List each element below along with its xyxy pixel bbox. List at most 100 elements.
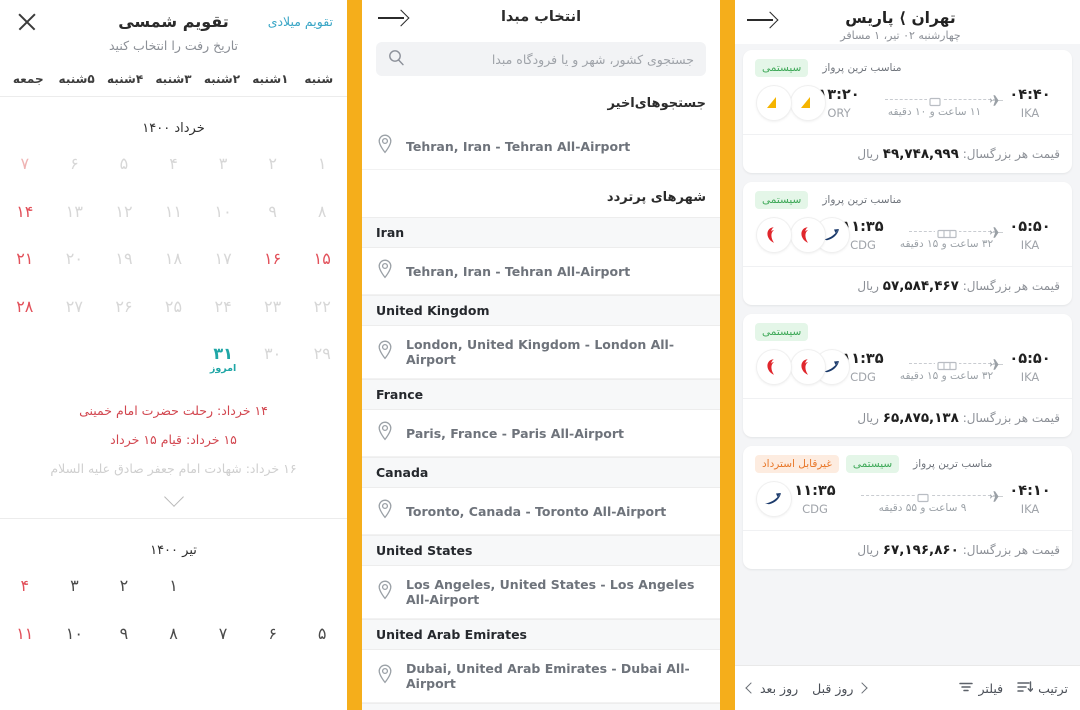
flight-body: ۰۴:۴۰ IKA ۱۱ ساعت و ۱۰ دقیقه ۱۳:۲۰ ORY [743,80,1072,134]
day-number: ۱۶ [264,249,282,269]
location-pin-icon [376,259,394,283]
day-number: ۱۰ [65,624,83,643]
results-footer-toolbar: ترتیب فیلتر روز قبل روز بعد [735,665,1080,710]
weekday-6: جمعه [12,72,44,86]
flight-card[interactable]: سیستمی ۰۵:۵۰ IKA ۳۲ ساعت و ۱۵ دقیقه ۱۱:۳۵ CD… [743,314,1072,437]
day-number: ۴ [20,576,30,596]
departure-time-endpoint: ۰۴:۴۰ IKA [1006,87,1054,120]
status-badge: مناسب ترین پرواز [822,194,902,206]
calendar-day: ۱۱ [149,200,199,224]
calendar-day[interactable]: ۴ [0,574,50,598]
day-number: ۲ [119,576,129,596]
day-number: ۲ [268,154,277,173]
sort-label: ترتیب [1038,680,1068,696]
day-number: ۱۱ [164,201,183,221]
calendar-day: ۲۹ [297,342,347,377]
panel-divider-right [720,0,735,710]
calendar-day: ۱۸ [149,247,199,271]
recent-searches-title: جستجوهای‌اخیر [607,96,706,111]
chevron-down-icon[interactable] [163,487,184,508]
holiday-events-list: ۱۴ خرداد: رحلت حضرت امام خمینی ۱۵ خرداد: … [0,381,347,510]
popular-cities-list: Iran Tehran, Iran - Tehran All-Airport Un… [362,217,720,710]
calendar-day[interactable]: ۷ [198,622,248,646]
status-badge: سیستمی [755,191,809,209]
day-number: ۶ [70,154,79,173]
calendar-day: ۲۳ [248,295,298,319]
price-label: قیمت هر بزرگسال: [962,279,1060,293]
calendar-day[interactable]: ۱ [149,574,199,598]
calendar-day[interactable]: ۳ [50,574,100,598]
today-label: امروز [209,362,237,374]
flight-duration: ۹ ساعت و ۵۵ دقیقه [878,502,967,514]
sort-button[interactable]: ترتیب [1017,680,1068,697]
location-row[interactable]: London, United Kingdom - London All-Airp… [362,326,720,379]
filter-button[interactable]: فیلتر [958,680,1004,697]
day-number: ۸ [169,624,178,643]
departure-time-endpoint: ۰۵:۵۰ IKA [1006,219,1054,252]
flight-duration: ۱۱ ساعت و ۱۰ دقیقه [887,106,982,118]
weekday-2: ۲شنبه [203,72,241,86]
calendar-day[interactable]: ۲۱ [0,247,50,271]
status-badge: سیستمی [755,323,809,341]
red-tail-logo [791,218,825,252]
close-icon[interactable] [14,9,40,35]
country-group-header: France [362,379,720,410]
search-icon [388,49,405,70]
location-row[interactable]: Tehran, Iran - Tehran All-Airport [362,123,720,170]
calendar-day: ۲۵ [149,295,199,319]
flight-card[interactable]: سیستمی مناسب ترین پرواز ۰۵:۵۰ IKA ۳۲ ساعت و… [743,182,1072,305]
flight-card-list[interactable]: سیستمی مناسب ترین پرواز ۰۴:۴۰ IKA ۱۱ ساعت و… [735,44,1080,665]
day-number: ۲۳ [264,296,282,316]
flight-card[interactable]: غیرقابل استرداد سیستمی مناسب ترین پرواز ۰۴:… [743,446,1072,569]
day-number: ۶ [268,624,277,643]
calendar-day: ۳۰ [248,342,298,377]
location-row[interactable]: Paris, France - Paris All-Airport [362,410,720,457]
calendar-day[interactable]: ۱۰ [50,622,100,646]
airline-logo-group [757,350,849,384]
location-row[interactable]: Los Angeles, United States - Los Angeles… [362,566,720,619]
location-row[interactable]: Tehran, Iran - Tehran All-Airport [362,248,720,295]
calendar-subtitle: تاریخ رفت را انتخاب کنید [109,38,238,53]
search-input[interactable]: جستجوی کشور، شهر و یا فرودگاه مبدا [376,42,706,76]
day-number: ۱ [169,576,178,596]
day-number: ۷ [20,154,30,173]
month-block: خرداد ۱۴۰۰ ۱ ۲ ۳ ۴ ۵ ۶ ۷ ۸ ۹ ۱۰ ۱۱ ۱۲ ۱۳ ۱۴ ۱۵ ۱۶ ۱۷ ۱۸ ۱۹ ۲… [0,97,347,381]
calendar-day[interactable]: ۵ [297,622,347,646]
status-badge: غیرقابل استرداد [755,455,839,473]
country-group-header: United Kingdom [362,295,720,326]
day-number: ۱۹ [115,249,133,269]
calendar-day[interactable]: ۳۱ امروز [198,342,248,377]
day-grid: ۱ ۲ ۳ ۴ ۵ ۶ ۷ ۸ ۹ ۱۰ ۱۱ [0,574,347,645]
departure-time-endpoint: ۰۵:۵۰ IKA [1006,351,1054,384]
flight-card[interactable]: سیستمی مناسب ترین پرواز ۰۴:۴۰ IKA ۱۱ ساعت و… [743,50,1072,173]
calendar-day[interactable]: ۲۸ [0,295,50,319]
day-number: ۱۰ [214,201,232,221]
calendar-day[interactable]: ۸ [149,622,199,646]
filter-label: فیلتر [978,680,1004,696]
weekday-3: ۳شنبه [155,72,192,86]
day-grid: ۱ ۲ ۳ ۴ ۵ ۶ ۷ ۸ ۹ ۱۰ ۱۱ ۱۲ ۱۳ ۱۴ ۱۵ ۱۶ ۱۷ ۱۸ ۱۹ ۲۰ ۲۱ ۲۲ ۲۳ ۲۴ ۲… [0,152,347,377]
calendar-day[interactable]: ۱۵ [297,247,347,271]
location-pin-icon [376,499,394,523]
red-tail-logo [757,218,791,252]
calendar-day[interactable]: ۲ [99,574,149,598]
calendar-day[interactable]: ۱۴ [0,200,50,224]
calendar-title: تقویم شمسی [118,12,229,31]
location-row[interactable]: Toronto, Canada - Toronto All-Airport [362,488,720,535]
calendar-day[interactable]: ۱۶ [248,247,298,271]
holiday-event: ۱۵ خرداد: قیام ۱۵ خرداد [110,432,237,448]
day-number: ۱۸ [164,249,183,269]
next-day-button[interactable]: روز بعد [745,681,798,696]
day-number: ۹ [268,201,277,221]
calendar-day[interactable]: ۱۱ [0,622,50,646]
calendar-day: ۱ [297,152,347,176]
prev-day-button[interactable]: روز قبل [812,681,869,696]
month-block-khordad: خرداد ۱۴۰۰ ۱ ۲ ۳ ۴ ۵ ۶ ۷ ۸ ۹ ۱۰ ۱۱ ۱۲ ۱۳ ۱۴ ۱۵ ۱۶ ۱۷ ۱۸ ۱۹ ۲… [0,97,347,381]
weekday-1: ۱شنبه [252,72,289,86]
location-row[interactable]: Dubai, United Arab Emirates - Dubai All-… [362,650,720,703]
month-block: تیر ۱۴۰۰ ۱ ۲ ۳ ۴ ۵ ۶ ۷ ۸ ۹ ۱۰ ۱۱ [0,519,347,649]
departure-airport-code: IKA [1020,237,1040,252]
calendar-day[interactable]: ۹ [99,622,149,646]
calendar-day: ۱۷ [198,247,248,271]
calendar-day[interactable]: ۶ [248,622,298,646]
